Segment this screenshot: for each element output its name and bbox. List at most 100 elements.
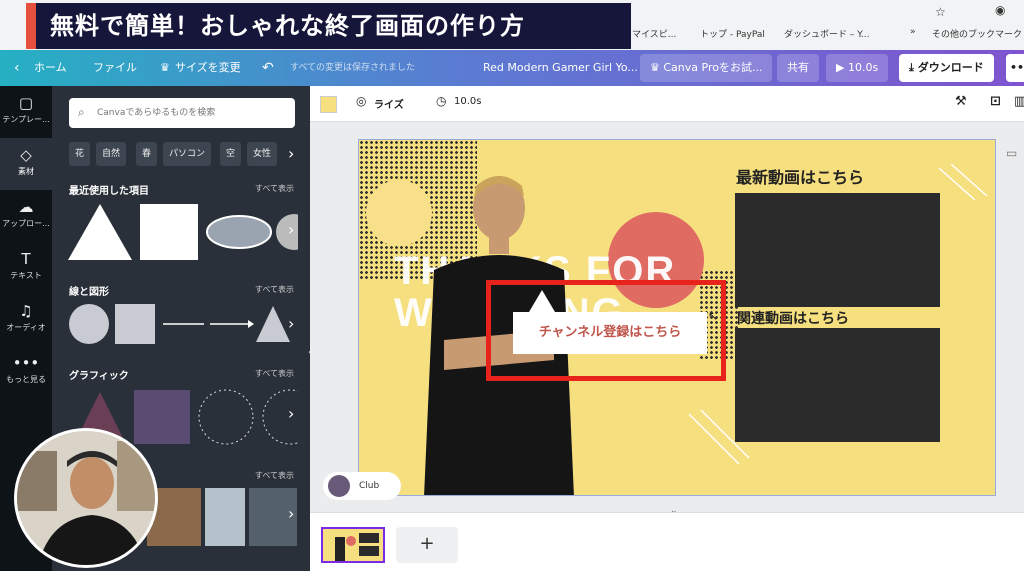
chip-nature[interactable]: 自然 bbox=[96, 142, 127, 166]
canva-topbar: ‹ ホーム ファイル ♛ サイズを変更 ↶ すべての変更は保存されました Red… bbox=[0, 50, 1024, 86]
chevron-right-icon[interactable]: › bbox=[288, 314, 294, 333]
webcam-overlay bbox=[14, 428, 158, 568]
thumbnail-preview bbox=[335, 533, 379, 561]
music-icon: ♫ bbox=[19, 302, 33, 320]
chevron-right-icon[interactable]: › bbox=[288, 220, 294, 239]
save-status: すべての変更は保存されました bbox=[290, 63, 416, 73]
avatar-icon[interactable]: ◉ bbox=[995, 3, 1005, 17]
photos-see-all[interactable]: すべて表示 bbox=[255, 470, 294, 481]
design-canvas[interactable]: THANKS FOR WATCHING 最新動画はこちら 関連動画はこちら チャ… bbox=[358, 139, 996, 496]
lines-title: 線と図形 bbox=[69, 287, 109, 298]
shapes-icon: ◇ bbox=[20, 146, 32, 164]
club-label: Club bbox=[359, 481, 380, 491]
editor-subbar: ◎ ライズ ◷ 10.0s ⚒ ⊡ ▥ bbox=[310, 86, 1024, 122]
search-input[interactable] bbox=[97, 104, 287, 122]
nav-more[interactable]: ••• もっと見る bbox=[0, 346, 52, 398]
square-shape bbox=[115, 304, 155, 344]
nav-label: オーディオ bbox=[6, 323, 46, 332]
canva-pro-label: Canva Proをお試... bbox=[663, 61, 763, 74]
bookmark-other[interactable]: その他のブックマーク bbox=[932, 27, 1024, 40]
resize-button[interactable]: サイズを変更 bbox=[175, 50, 241, 86]
nav-templates[interactable]: ▢ テンプレー... bbox=[0, 86, 52, 138]
lines-see-all[interactable]: すべて表示 bbox=[255, 284, 294, 295]
animation-icon: ◎ bbox=[356, 94, 367, 108]
graphics-see-all[interactable]: すべて表示 bbox=[255, 368, 294, 379]
design-title[interactable]: Red Modern Gamer Girl Yo... bbox=[483, 50, 638, 86]
nav-label: テキスト bbox=[10, 271, 42, 280]
star-icon[interactable]: ☆ bbox=[935, 5, 946, 19]
chip-sky[interactable]: 空 bbox=[220, 142, 242, 166]
search-box[interactable]: ⌕ bbox=[69, 98, 295, 128]
canva-pro-button[interactable]: ♛ Canva Proをお試... bbox=[640, 54, 773, 82]
recent-see-all[interactable]: すべて表示 bbox=[255, 183, 294, 194]
recent-items bbox=[68, 204, 298, 260]
comment-icon[interactable]: ▭ bbox=[1006, 146, 1017, 160]
play-duration: 10.0s bbox=[847, 61, 879, 74]
duration-button[interactable]: 10.0s bbox=[454, 96, 481, 107]
nav-uploads[interactable]: ☁ アップロー... bbox=[0, 190, 52, 242]
latest-video-label: 最新動画はこちら bbox=[736, 168, 865, 187]
nav-audio[interactable]: ♫ オーディオ bbox=[0, 294, 52, 346]
file-menu[interactable]: ファイル bbox=[93, 50, 137, 86]
chip-pc[interactable]: パソコン bbox=[163, 142, 212, 166]
nav-label: テンプレー... bbox=[2, 115, 50, 124]
graphics-title: グラフィック bbox=[69, 371, 129, 382]
more-options-button[interactable]: ••• bbox=[1006, 54, 1024, 82]
triangle-shape bbox=[68, 204, 132, 260]
template-icon: ▢ bbox=[18, 94, 34, 112]
paint-roller-icon[interactable]: ⚒ bbox=[955, 94, 967, 109]
square-shape bbox=[140, 204, 198, 260]
nav-label: 素材 bbox=[18, 167, 34, 176]
text-icon: T bbox=[21, 250, 31, 268]
diagonal-lines bbox=[939, 164, 988, 201]
search-icon: ⌕ bbox=[78, 105, 85, 119]
animation-button[interactable]: ライズ bbox=[374, 96, 404, 111]
club-badge[interactable]: Club bbox=[323, 472, 401, 500]
more-icon: ••• bbox=[12, 354, 40, 372]
nav-elements[interactable]: ◇ 素材 bbox=[0, 138, 52, 190]
photo-items bbox=[147, 488, 297, 546]
timer-icon: ◷ bbox=[436, 94, 447, 108]
bookmark-1[interactable]: マイスピ... bbox=[632, 27, 676, 40]
chip-woman[interactable]: 女性 bbox=[247, 142, 278, 166]
nav-text[interactable]: T テキスト bbox=[0, 242, 52, 294]
trash-icon[interactable]: ▥ bbox=[1014, 94, 1024, 109]
download-button[interactable]: ⤓ ダウンロード bbox=[899, 54, 994, 82]
related-video-slot[interactable] bbox=[735, 328, 940, 442]
chevron-right-icon[interactable]: › bbox=[288, 404, 294, 423]
nav-label: アップロー... bbox=[2, 219, 50, 228]
page-thumbnail[interactable] bbox=[321, 527, 385, 563]
chevron-right-icon[interactable]: › bbox=[288, 504, 294, 523]
play-button[interactable]: ▶ 10.0s bbox=[826, 54, 889, 82]
bookmark-dashboard[interactable]: ダッシュボード – Y... bbox=[784, 27, 869, 40]
bookmark-paypal[interactable]: トップ - PayPal bbox=[700, 27, 765, 40]
video-title-overlay: 無料で簡単！おしゃれな終了画面の作り方 bbox=[26, 3, 631, 49]
bookmark-more[interactable]: » bbox=[910, 27, 916, 37]
crown-icon: ♛ bbox=[160, 61, 170, 74]
circle-shape bbox=[69, 304, 109, 344]
download-label: ダウンロード bbox=[917, 61, 984, 74]
circle-shape bbox=[276, 214, 298, 250]
chip-spring[interactable]: 春 bbox=[136, 142, 158, 166]
share-button[interactable]: 共有 bbox=[777, 54, 819, 82]
club-avatar bbox=[328, 475, 350, 497]
webcam-person bbox=[17, 431, 155, 565]
triangle-shape bbox=[256, 306, 290, 342]
highlight-box bbox=[486, 280, 726, 381]
chevron-right-icon[interactable]: › bbox=[288, 144, 294, 163]
chevron-left-icon[interactable]: ‹ bbox=[14, 50, 20, 86]
home-button[interactable]: ホーム bbox=[34, 50, 67, 86]
dotted-circle-graphic bbox=[198, 389, 254, 445]
related-video-label: 関連動画はこちら bbox=[737, 311, 849, 327]
add-page-button[interactable]: + bbox=[396, 527, 458, 563]
cursor-icon: ↖ bbox=[708, 309, 719, 323]
latest-video-slot[interactable] bbox=[735, 193, 940, 307]
nav-label: もっと見る bbox=[6, 375, 46, 384]
chip-flower[interactable]: 花 bbox=[69, 142, 91, 166]
lock-icon[interactable]: ⊡ bbox=[990, 94, 1001, 109]
color-swatch[interactable] bbox=[320, 96, 337, 113]
undo-icon[interactable]: ↶ bbox=[262, 50, 274, 86]
lines-shapes bbox=[69, 304, 290, 344]
pattern-square-graphic bbox=[134, 390, 190, 444]
canvas-area: ◎ ライズ ◷ 10.0s ⚒ ⊡ ▥ THANKS FOR WATCHING bbox=[310, 86, 1024, 571]
